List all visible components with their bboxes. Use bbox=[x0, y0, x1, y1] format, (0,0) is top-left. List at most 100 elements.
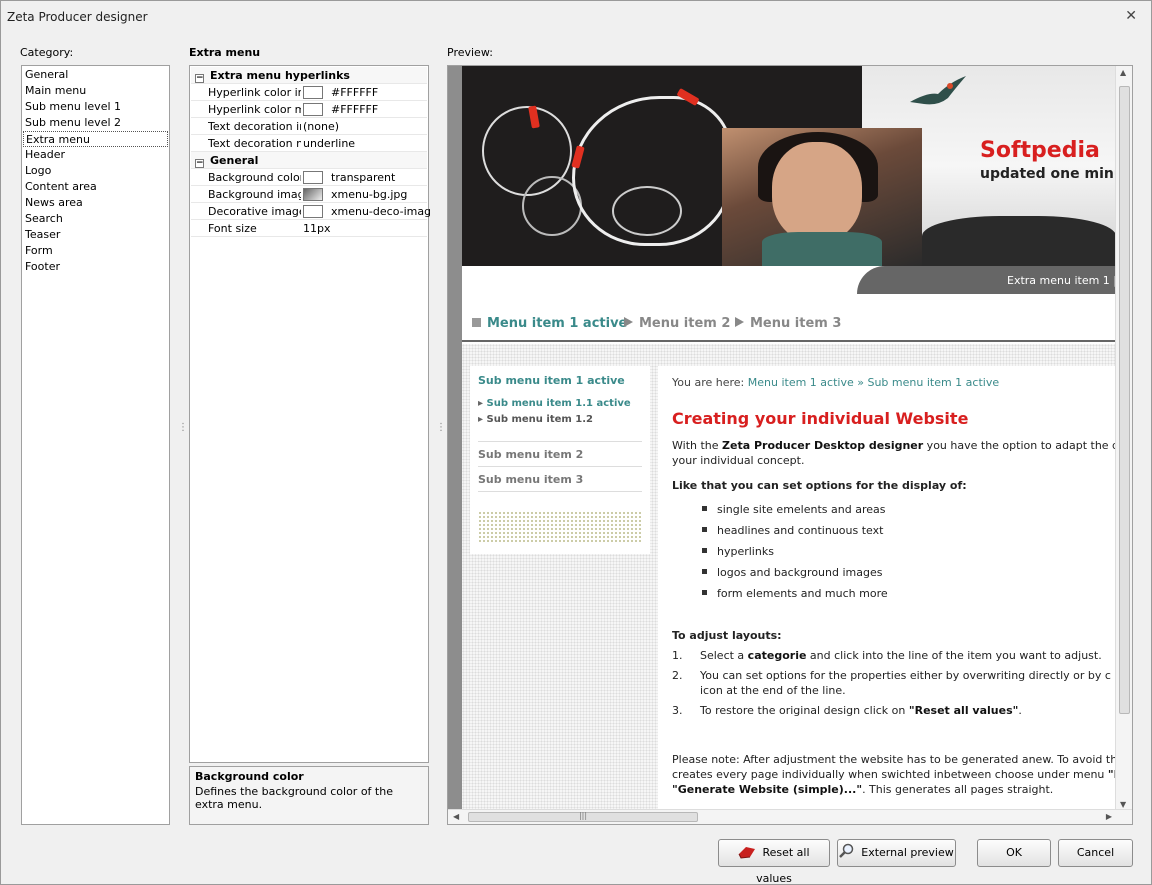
property-row[interactable]: Hyperlink color inac#FFFFFF bbox=[191, 84, 427, 101]
category-item-footer[interactable]: Footer bbox=[23, 259, 168, 275]
color-swatch-icon[interactable] bbox=[303, 188, 323, 201]
preview-label: Preview: bbox=[447, 46, 493, 59]
list-item: logos and background images bbox=[702, 562, 1114, 583]
property-row[interactable]: Font size 11px bbox=[191, 220, 427, 237]
vertical-scroll-thumb[interactable] bbox=[1119, 86, 1130, 714]
step-item: 1. Select a categorie and click into the … bbox=[672, 649, 1102, 662]
property-value[interactable]: 11px bbox=[303, 220, 430, 237]
property-group-header[interactable]: − General bbox=[191, 152, 427, 169]
breadcrumb-link-2[interactable]: Sub menu item 1 active bbox=[867, 376, 999, 389]
equalizer-graphic bbox=[478, 511, 642, 543]
property-value[interactable]: xmenu-bg.jpg bbox=[303, 186, 430, 203]
external-preview-button[interactable]: External preview bbox=[837, 839, 956, 867]
list-item: headlines and continuous text bbox=[702, 520, 1114, 541]
property-value[interactable]: (none) bbox=[303, 118, 430, 135]
scroll-down-icon[interactable]: ▼ bbox=[1120, 800, 1126, 809]
category-item-content-area[interactable]: Content area bbox=[23, 179, 168, 195]
property-value[interactable]: xmenu-deco-image.g bbox=[303, 203, 430, 220]
property-name: Decorative image bbox=[208, 205, 301, 218]
category-item-search[interactable]: Search bbox=[23, 211, 168, 227]
sub-menu-item-1-1[interactable]: ▸ Sub menu item 1.1 active bbox=[478, 396, 642, 412]
right-splitter-handle[interactable]: ⋮ bbox=[436, 423, 446, 433]
main-menu-item-1[interactable]: Menu item 1 active bbox=[472, 316, 627, 331]
property-group-header[interactable]: − Extra menu hyperlinks bbox=[191, 67, 427, 84]
property-row[interactable]: Decorative imagexmenu-deco-image.g bbox=[191, 203, 430, 220]
ok-button[interactable]: OK bbox=[977, 839, 1051, 867]
property-name: Hyperlink color mou bbox=[208, 103, 301, 116]
scroll-up-icon[interactable]: ▲ bbox=[1120, 68, 1126, 77]
category-item-logo[interactable]: Logo bbox=[23, 163, 168, 179]
cancel-button[interactable]: Cancel bbox=[1058, 839, 1133, 867]
sub-menu-item-1[interactable]: Sub menu item 1 active bbox=[478, 372, 642, 396]
header-banner: Softpedia updated one minute bbox=[462, 66, 1116, 266]
extra-menu-item[interactable]: Extra menu item 1 | E bbox=[1007, 274, 1116, 287]
property-grid[interactable]: −Extra menu hyperlinksHyperlink color in… bbox=[189, 65, 430, 763]
category-item-extra-menu[interactable]: Extra menu bbox=[23, 131, 168, 147]
scroll-right-icon[interactable]: ▶ bbox=[1106, 812, 1112, 821]
extra-menu-bar: Extra menu item 1 | E bbox=[857, 266, 1116, 294]
category-label: Category: bbox=[20, 46, 74, 59]
sub-menu-item-3[interactable]: Sub menu item 3 bbox=[478, 467, 642, 492]
intro-paragraph: With the Zeta Producer Desktop designer … bbox=[672, 439, 1116, 467]
property-name: Hyperlink color inac bbox=[208, 86, 301, 99]
horizontal-scroll-thumb[interactable]: ||| bbox=[468, 812, 698, 822]
property-row[interactable]: Background imagexmenu-bg.jpg bbox=[191, 186, 427, 203]
collapse-icon[interactable]: − bbox=[195, 159, 204, 168]
breadcrumb: You are here: Menu item 1 active » Sub m… bbox=[672, 376, 1000, 389]
collapse-icon[interactable]: − bbox=[195, 74, 204, 83]
article: You are here: Menu item 1 active » Sub m… bbox=[658, 366, 1116, 811]
property-row[interactable]: Background color transparent bbox=[191, 169, 427, 186]
property-name: Text decoration mo bbox=[208, 137, 301, 150]
scroll-left-icon[interactable]: ◀ bbox=[453, 812, 459, 821]
color-swatch-icon[interactable] bbox=[303, 86, 323, 99]
category-item-news-area[interactable]: News area bbox=[23, 195, 168, 211]
breadcrumb-link-1[interactable]: Menu item 1 active bbox=[748, 376, 854, 389]
sub-menu-item-2[interactable]: Sub menu item 2 bbox=[478, 442, 642, 467]
main-menu-item-3[interactable]: Menu item 3 bbox=[735, 316, 841, 331]
list-item: hyperlinks bbox=[702, 541, 1114, 562]
category-item-general[interactable]: General bbox=[23, 67, 168, 83]
banner-subtitle: updated one minute bbox=[980, 166, 1116, 182]
headphone-cable bbox=[572, 96, 732, 246]
triangle-right-icon bbox=[735, 317, 744, 327]
adjust-steps: 1. Select a categorie and click into the … bbox=[672, 648, 1114, 718]
preview-pane: Softpedia updated one minute Extra menu … bbox=[447, 65, 1133, 825]
sub-menu-item-1-2[interactable]: ▸ Sub menu item 1.2 bbox=[478, 412, 642, 442]
preview-vertical-scrollbar[interactable]: ▲ ▼ bbox=[1115, 66, 1132, 811]
list-item: single site emelents and areas bbox=[702, 499, 1114, 520]
color-swatch-icon[interactable] bbox=[303, 205, 323, 218]
color-swatch-icon[interactable] bbox=[303, 171, 323, 184]
category-item-sub-menu-level-1[interactable]: Sub menu level 1 bbox=[23, 99, 168, 115]
main-menu: Menu item 1 active Menu item 2 Menu item… bbox=[462, 316, 1116, 342]
category-item-teaser[interactable]: Teaser bbox=[23, 227, 168, 243]
property-name: Background color bbox=[208, 171, 301, 184]
property-description-text: Defines the background color of the extr… bbox=[195, 785, 393, 811]
color-swatch-icon[interactable] bbox=[303, 103, 323, 116]
property-row[interactable]: Hyperlink color mou#FFFFFF bbox=[191, 101, 427, 118]
preview-horizontal-scrollbar[interactable]: ◀ ||| ▶ bbox=[448, 809, 1132, 824]
left-splitter-handle[interactable]: ⋮ bbox=[178, 423, 188, 433]
step-item: 2. You can set options for the properties… bbox=[672, 669, 1111, 682]
property-row[interactable]: Text decoration mounderline bbox=[191, 135, 427, 152]
property-row[interactable]: Text decoration ina(none) bbox=[191, 118, 427, 135]
category-item-sub-menu-level-2[interactable]: Sub menu level 2 bbox=[23, 115, 168, 131]
main-menu-item-2[interactable]: Menu item 2 bbox=[624, 316, 730, 331]
property-value[interactable]: transparent bbox=[303, 169, 430, 186]
property-value[interactable]: #FFFFFF bbox=[303, 84, 430, 101]
category-item-header[interactable]: Header bbox=[23, 147, 168, 163]
close-icon[interactable]: ✕ bbox=[1125, 8, 1137, 24]
property-name: Text decoration ina bbox=[208, 120, 301, 133]
reset-eraser-icon bbox=[739, 847, 756, 859]
article-heading: Creating your individual Website bbox=[672, 409, 969, 428]
note-paragraph: Please note: After adjustment the websit… bbox=[672, 753, 1116, 796]
property-name: Font size bbox=[208, 222, 257, 235]
options-list: single site emelents and areas headlines … bbox=[672, 499, 1114, 604]
reset-all-values-button[interactable]: Reset all values bbox=[718, 839, 830, 885]
category-list[interactable]: General Main menu Sub menu level 1 Sub menu… bbox=[21, 65, 170, 825]
swallow-bird-icon bbox=[910, 76, 966, 105]
category-item-form[interactable]: Form bbox=[23, 243, 168, 259]
property-value[interactable]: #FFFFFF bbox=[303, 101, 430, 118]
property-value[interactable]: underline bbox=[303, 135, 430, 152]
property-name: Background image bbox=[208, 188, 301, 201]
category-item-main-menu[interactable]: Main menu bbox=[23, 83, 168, 99]
